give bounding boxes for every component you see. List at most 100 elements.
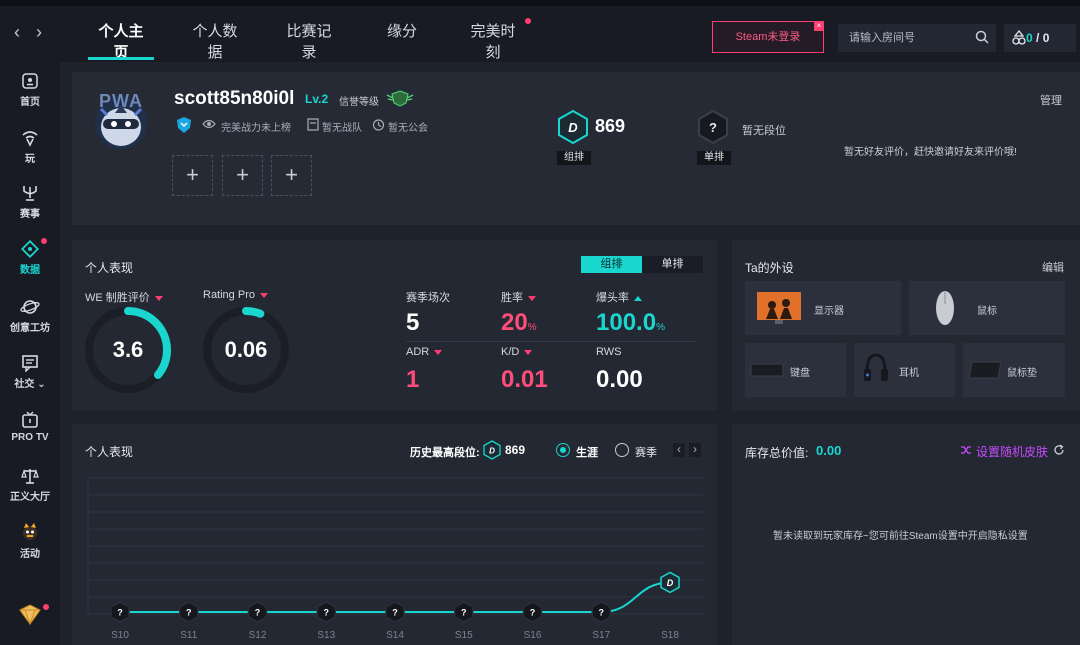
gear-card-keyboard[interactable]: 键盘 <box>745 343 846 397</box>
add-slot-button[interactable]: + <box>172 155 213 196</box>
gear-card-mouse[interactable]: 鼠标 <box>909 281 1065 335</box>
room-number-input[interactable] <box>838 24 996 52</box>
scale-icon <box>21 469 39 484</box>
group-rank-label: 组排 <box>557 151 591 165</box>
sidebar-item-events[interactable]: 赛事 <box>0 184 60 234</box>
honor-shield-icon[interactable] <box>385 89 415 107</box>
season-games-label: 赛季场次 <box>406 292 450 304</box>
sidebar-item-data[interactable]: 数据 <box>0 238 60 290</box>
x-tick-label: S11 <box>180 630 197 641</box>
rank-history-chart: ? S10? S11? S12? S13? S14? S15? S16? S17 D S18 <box>87 477 703 641</box>
performance-title: 个人表现 <box>85 261 134 275</box>
sidebar-item-label: 数据 <box>20 265 40 276</box>
power-icon <box>202 119 216 129</box>
data-point-label: ? <box>599 608 605 618</box>
manage-link[interactable]: 管理 <box>1040 92 1062 108</box>
gear-title: Ta的外设 <box>745 261 794 275</box>
gear-label: 鼠标垫 <box>1007 368 1037 379</box>
toggle-solo[interactable]: 单排 <box>642 256 703 273</box>
kd-label[interactable]: K/D <box>501 346 533 358</box>
search-icon[interactable] <box>975 30 989 44</box>
inventory-panel: 库存总价值: 0.00 设置随机皮肤 暂未读取到玩家库存~您可前往Steam设置… <box>732 424 1080 645</box>
sidebar-item-gem[interactable] <box>0 604 60 645</box>
winrate-value: 20% <box>501 309 537 336</box>
random-skin-button[interactable]: 设置随机皮肤 <box>976 443 1048 460</box>
x-tick-label: S18 <box>661 630 679 641</box>
sidebar-item-label: 首页 <box>20 97 40 108</box>
coin-count-b: 0 <box>1042 31 1050 45</box>
sidebar-item-social[interactable]: 社交 ⌄ <box>0 354 60 404</box>
tab-match-history[interactable]: 比赛记录 <box>280 20 338 61</box>
rank-status: 完美战力未上榜 <box>221 123 291 134</box>
x-tick-label: S17 <box>592 630 610 641</box>
gear-panel: Ta的外设 编辑 显示器 鼠标 键盘 耳机 鼠标垫 <box>732 240 1080 410</box>
back-arrow-icon[interactable]: ‹ <box>14 22 20 43</box>
x-tick-label: S12 <box>249 630 267 641</box>
add-slot-button[interactable]: + <box>271 155 312 196</box>
toggle-group[interactable]: 组排 <box>581 256 642 273</box>
sidebar-item-play[interactable]: 玩 <box>0 129 60 179</box>
group-rank-icon: D <box>558 109 588 145</box>
mascot-icon <box>23 523 37 540</box>
x-tick-label: S13 <box>317 630 335 641</box>
history-panel: 个人表现 历史最高段位: D 869 生涯 赛季 ‹ › ? S10? S11? S1… <box>72 424 717 645</box>
tab-fate[interactable]: 缘分 <box>386 20 418 60</box>
x-tick-label: S10 <box>111 630 129 641</box>
forward-arrow-icon[interactable]: › <box>36 22 42 43</box>
adr-label[interactable]: ADR <box>406 346 443 358</box>
sidebar-item-justice-hall[interactable]: 正义大厅 <box>0 467 60 517</box>
tv-icon <box>22 411 38 428</box>
coin-separator: / <box>1036 31 1040 45</box>
headshot-label[interactable]: 爆头率 <box>596 289 642 305</box>
gear-edit-link[interactable]: 编辑 <box>1042 259 1064 275</box>
shield-rank-icon <box>177 117 191 133</box>
headset-icon <box>864 353 888 381</box>
gear-label: 耳机 <box>899 368 919 379</box>
monitor-icon <box>757 292 801 324</box>
refresh-icon[interactable] <box>1053 444 1065 456</box>
sidebar-item-label: 玩 <box>25 154 35 165</box>
rws-label: RWS <box>596 346 622 358</box>
coin-balance[interactable]: 0 / 0 <box>1004 24 1076 52</box>
tab-personal-data[interactable]: 个人数据 <box>186 20 244 61</box>
group-rank-score: 869 <box>595 116 626 136</box>
mousepad-icon <box>968 361 1002 379</box>
sidebar-item-pro-tv[interactable]: PRO TV <box>0 411 60 461</box>
guild-icon <box>372 119 385 131</box>
we-rating-label[interactable]: WE 制胜评价 <box>85 289 163 305</box>
avatar[interactable]: PWA <box>89 87 153 151</box>
shuffle-icon <box>961 446 971 454</box>
gear-label: 鼠标 <box>977 306 997 317</box>
add-slot-button[interactable]: + <box>222 155 263 196</box>
sort-down-icon <box>524 349 533 355</box>
tab-highlights[interactable]: 完美时刻 <box>464 18 531 61</box>
notification-dot <box>41 238 47 244</box>
rating-pro-label[interactable]: Rating Pro <box>203 289 268 301</box>
stats-divider <box>406 341 696 342</box>
gear-card-mousepad[interactable]: 鼠标垫 <box>963 343 1065 397</box>
sidebar-item-label: 活动 <box>20 549 40 560</box>
wifi-icon <box>22 131 38 147</box>
sidebar-item-activities[interactable]: 活动 <box>0 522 60 572</box>
data-point-label: D <box>667 578 674 588</box>
we-rating-value: 3.6 <box>112 337 144 362</box>
gear-card-headset[interactable]: 耳机 <box>854 343 955 397</box>
winrate-label[interactable]: 胜率 <box>501 289 536 305</box>
tab-home[interactable]: 个人主页 <box>88 20 154 61</box>
coin-icon <box>1012 30 1026 45</box>
inventory-value-label: 库存总价值: <box>745 446 809 460</box>
trophy-icon <box>23 186 37 201</box>
solo-rank-icon: ? <box>698 109 728 145</box>
data-point-label: ? <box>392 608 398 618</box>
sidebar-item-home[interactable]: 首页 <box>0 72 60 122</box>
sidebar-item-workshop[interactable]: 创意工坊 <box>0 298 60 348</box>
inventory-value: 0.00 <box>816 443 842 458</box>
guild-status: 暂无公会 <box>388 123 428 134</box>
avatar-text: PWA <box>99 91 144 111</box>
gear-card-monitor[interactable]: 显示器 <box>745 281 901 335</box>
steam-login-button[interactable]: Steam未登录 × <box>712 21 824 53</box>
level-badge: Lv.2 <box>305 92 329 106</box>
close-icon[interactable]: × <box>814 21 824 31</box>
gear-label: 键盘 <box>790 368 810 379</box>
mouse-icon <box>936 291 954 325</box>
